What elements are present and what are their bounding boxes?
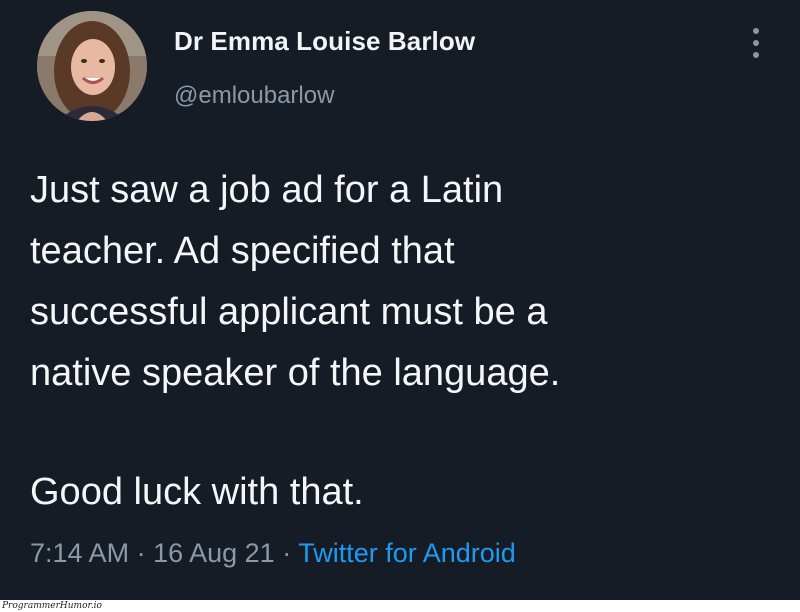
tweet-meta: 7:14 AM · 16 Aug 21 · Twitter for Androi… (30, 538, 516, 569)
watermark-bar: ProgrammerHumor.io (0, 600, 800, 612)
dot (753, 28, 759, 34)
tweet-time[interactable]: 7:14 AM (30, 538, 129, 568)
dot (753, 40, 759, 46)
author-name[interactable]: Dr Emma Louise Barlow (174, 26, 475, 57)
tweet-paragraph: Just saw a job ad for a Latin teacher. A… (30, 169, 561, 394)
meta-separator: · (129, 538, 154, 568)
author-handle[interactable]: @emloubarlow (174, 82, 334, 110)
tweet-paragraph: Good luck with that. (30, 471, 364, 513)
profile-photo-icon (37, 11, 147, 121)
watermark-text: ProgrammerHumor.io (2, 601, 102, 611)
more-options-icon[interactable] (744, 26, 768, 60)
dot (753, 52, 759, 58)
tweet-date[interactable]: 16 Aug 21 (153, 538, 275, 568)
tweet-text: Just saw a job ad for a Latin teacher. A… (30, 160, 790, 523)
tweet-card: Dr Emma Louise Barlow @emloubarlow Just … (0, 0, 800, 600)
meta-separator: · (274, 538, 299, 568)
author-avatar[interactable] (37, 11, 147, 121)
tweet-source-link[interactable]: Twitter for Android (298, 538, 516, 568)
